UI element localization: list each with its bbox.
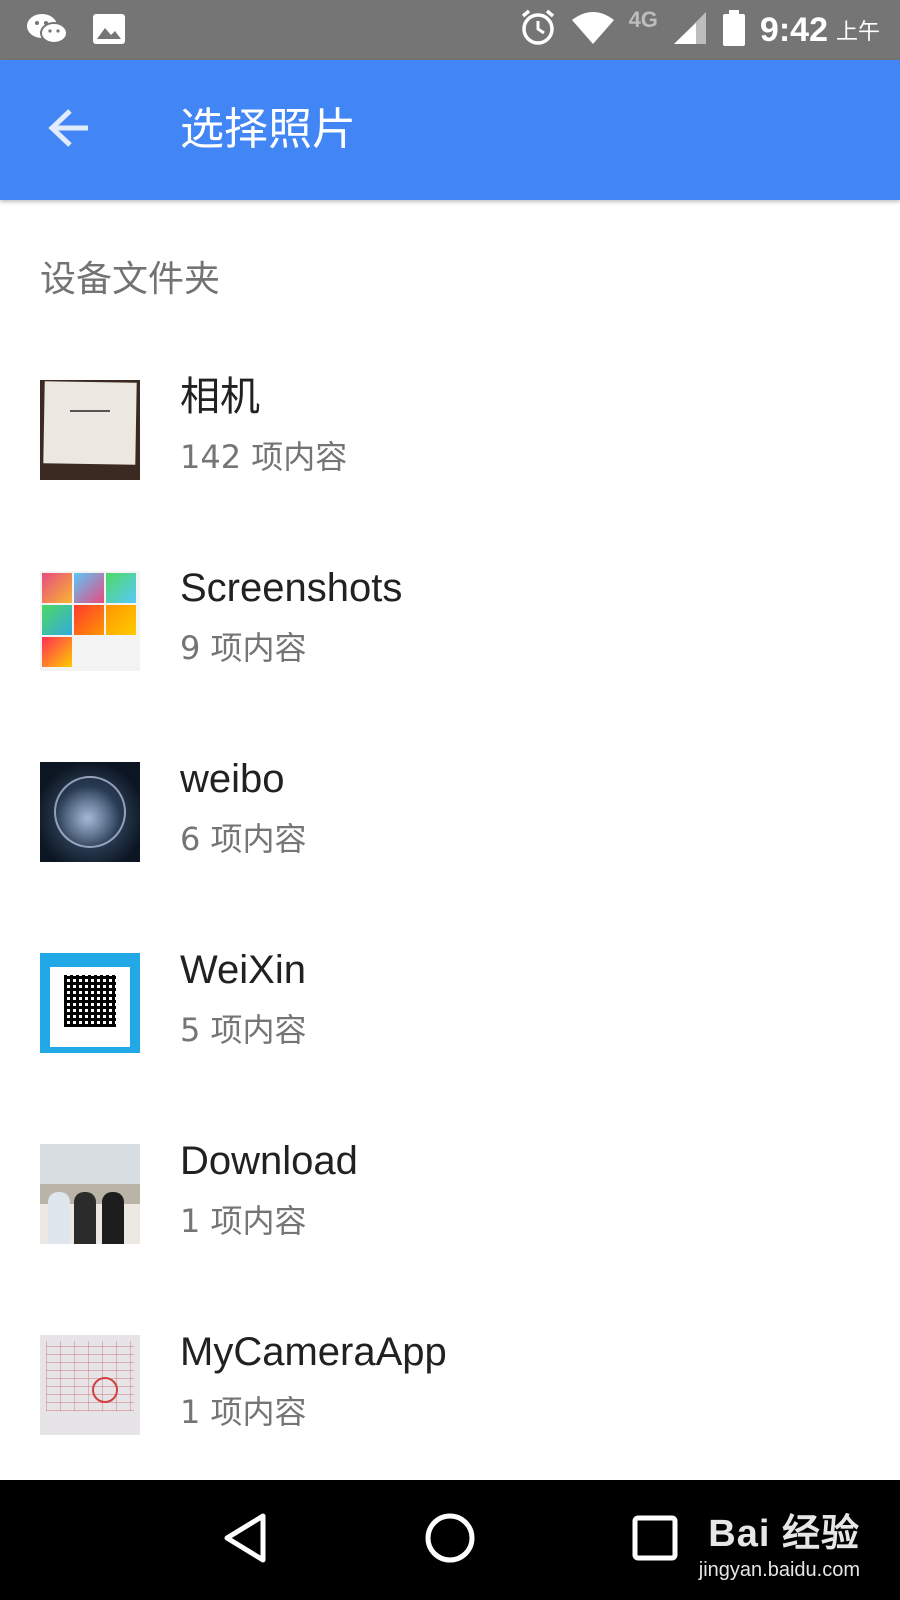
folder-thumbnail [40, 380, 140, 480]
battery-icon [722, 9, 746, 51]
status-bar: 4G 9:42 上午 [0, 0, 900, 60]
folder-item-camera[interactable]: 相机 142 项内容 [0, 335, 900, 526]
folder-name: Download [180, 1139, 358, 1183]
folder-name: weibo [180, 757, 285, 801]
app-bar: 选择照片 [0, 60, 900, 200]
folder-item-mycameraapp[interactable]: MyCameraApp 1 项内容 [0, 1290, 900, 1481]
home-circle-icon [424, 1512, 476, 1568]
clock-time: 9:42 [759, 10, 828, 49]
folder-thumbnail [40, 953, 140, 1053]
folder-item-download[interactable]: Download 1 项内容 [0, 1099, 900, 1290]
folder-count: 1 项内容 [180, 1202, 307, 1240]
folder-thumbnail [40, 1144, 140, 1244]
arrow-back-icon [48, 108, 92, 152]
wifi-icon [571, 11, 615, 49]
folder-list: 相机 142 项内容 Screenshots 9 项内容 weibo 6 项内容… [0, 335, 900, 1481]
folder-count: 6 项内容 [180, 820, 307, 858]
nav-back-button[interactable] [205, 1500, 285, 1580]
image-icon [92, 13, 126, 49]
baidu-watermark: Bai 经验 jingyan.baidu.com [699, 1502, 860, 1582]
navigation-bar: Bai 经验 jingyan.baidu.com [0, 1480, 900, 1600]
nav-home-button[interactable] [410, 1500, 490, 1580]
folder-count: 5 项内容 [180, 1011, 307, 1049]
wechat-icon [26, 12, 68, 50]
recents-square-icon [632, 1515, 678, 1565]
folder-thumbnail [40, 1335, 140, 1435]
clock-ampm: 上午 [835, 20, 880, 45]
folder-name: 相机 [180, 375, 260, 419]
signal-icon [672, 11, 708, 49]
folder-item-screenshots[interactable]: Screenshots 9 项内容 [0, 526, 900, 717]
back-triangle-icon [221, 1512, 269, 1568]
section-header: 设备文件夹 [40, 259, 221, 300]
notification-icons [26, 12, 126, 50]
folder-count: 1 项内容 [180, 1393, 307, 1431]
folder-item-weibo[interactable]: weibo 6 项内容 [0, 717, 900, 908]
watermark-url: jingyan.baidu.com [698, 1559, 860, 1581]
folder-name: MyCameraApp [180, 1330, 447, 1374]
network-type-label: 4G [628, 7, 658, 32]
folder-name: WeiXin [180, 948, 306, 992]
folder-count: 142 项内容 [180, 438, 348, 476]
nav-recents-button[interactable] [615, 1500, 695, 1580]
page-title: 选择照片 [180, 104, 356, 155]
folder-count: 9 项内容 [180, 629, 307, 667]
folder-item-weixin[interactable]: WeiXin 5 项内容 [0, 908, 900, 1099]
system-icons: 4G 9:42 上午 [519, 7, 880, 52]
folder-thumbnail [40, 762, 140, 862]
folder-name: Screenshots [180, 566, 403, 610]
folder-thumbnail [40, 571, 140, 671]
back-button[interactable] [40, 100, 100, 160]
watermark-brand: Bai 经验 [708, 1513, 860, 1555]
alarm-icon [519, 9, 557, 51]
